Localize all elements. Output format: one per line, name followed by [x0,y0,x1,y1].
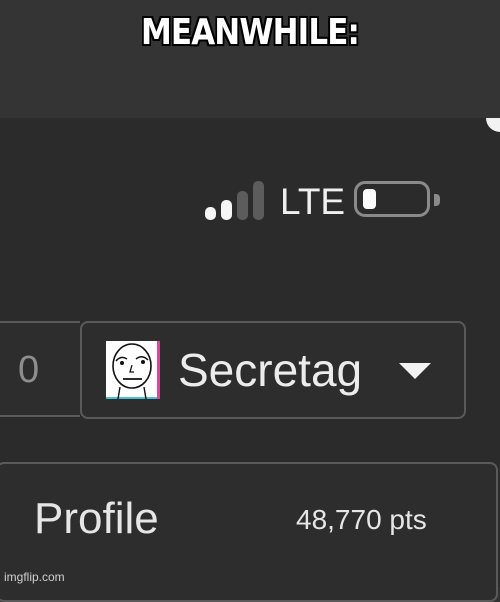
points-value: 48,770 pts [296,504,427,535]
watermark: imgflip.com [4,570,65,584]
count-value: 0 [18,349,40,391]
signal-bar-3 [237,191,248,220]
signal-bar-4 [253,181,264,220]
count-box[interactable] [0,321,80,417]
battery-level [363,189,376,209]
signal-bar-1 [205,207,216,220]
signal-bar-2 [221,200,232,220]
meme-caption: MEANWHILE: [140,12,360,53]
battery-icon [354,181,430,217]
poker-face-avatar-icon [106,341,160,400]
battery-terminal [434,194,440,206]
username: Secretag [178,344,363,396]
profile-label: Profile [34,494,159,543]
caret-down-icon[interactable] [399,363,431,379]
network-type: LTE [280,181,346,222]
signal-strength-icon [205,180,269,220]
